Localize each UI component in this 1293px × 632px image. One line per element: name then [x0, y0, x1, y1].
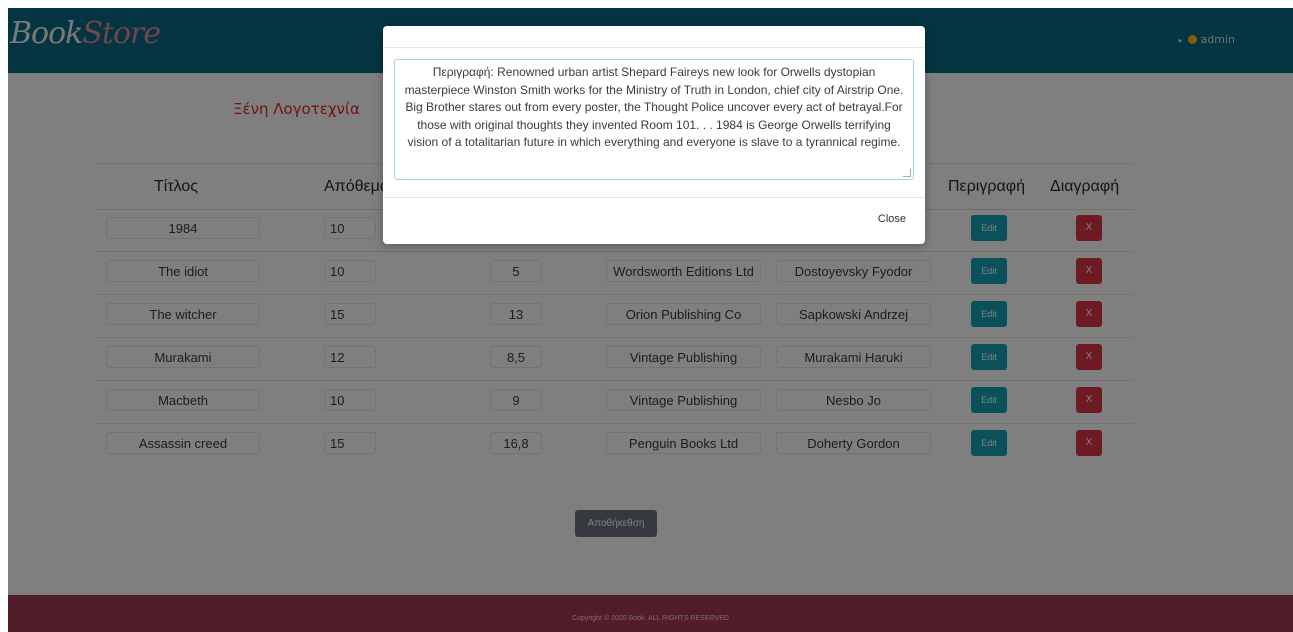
close-button[interactable]: Close: [878, 213, 906, 225]
modal-header: [383, 26, 925, 48]
page-frame: BookStore ▸admin Ξένη Λογοτεχνία Τίτλος …: [8, 8, 1293, 632]
modal-footer: Close: [383, 197, 925, 245]
resize-handle-icon[interactable]: [903, 169, 911, 177]
description-modal: Περιγραφή: Renowned urban artist Shepard…: [383, 26, 925, 244]
description-text: Περιγραφή: Renowned urban artist Shepard…: [404, 65, 904, 149]
description-textarea[interactable]: Περιγραφή: Renowned urban artist Shepard…: [394, 59, 914, 180]
modal-body: Περιγραφή: Renowned urban artist Shepard…: [383, 48, 925, 198]
